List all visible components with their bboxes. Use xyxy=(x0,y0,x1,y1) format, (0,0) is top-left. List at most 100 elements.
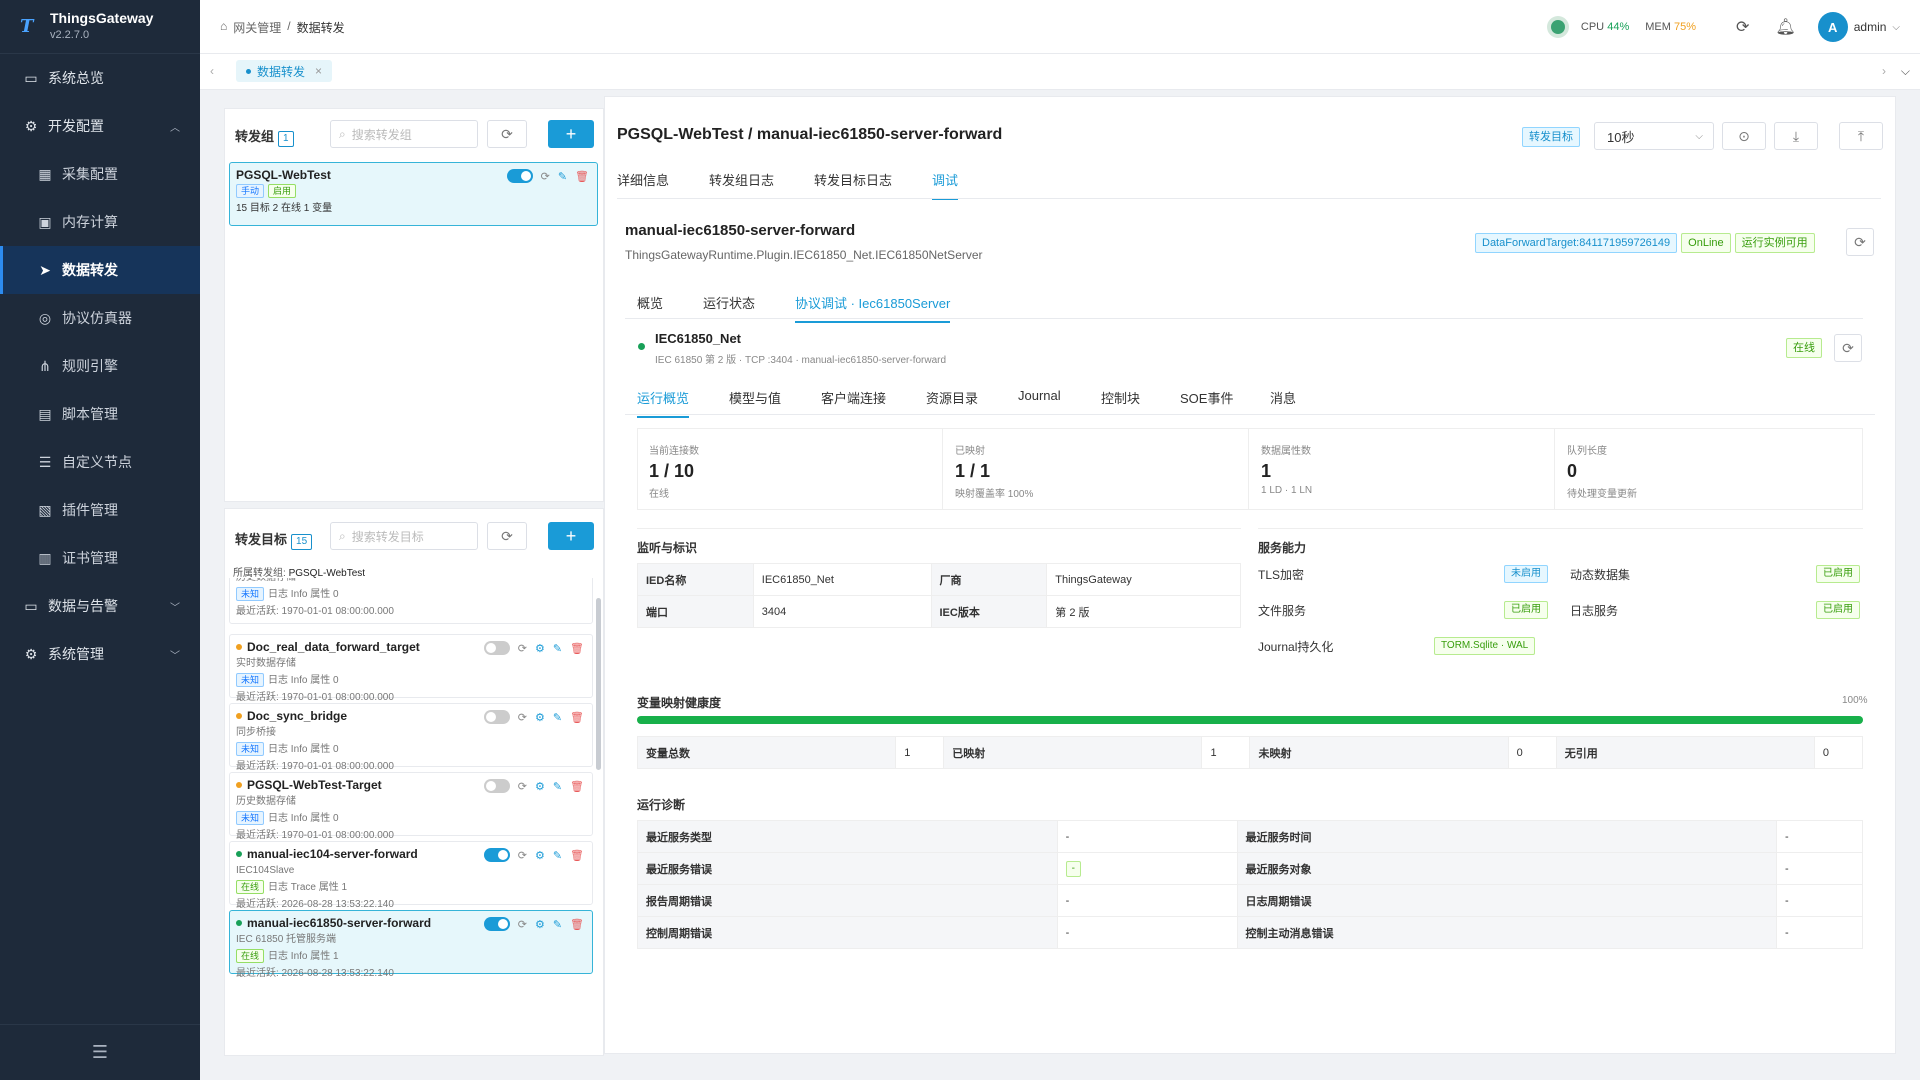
target-id-badge: DataForwardTarget:841171959726149 xyxy=(1475,233,1678,253)
tab-scroll-right-icon[interactable]: › xyxy=(1882,64,1886,78)
tab-5[interactable]: 控制块 xyxy=(1101,388,1140,407)
field-value: - xyxy=(1056,820,1238,853)
sidebar-item[interactable]: ⚙ 系统管理 ﹀ xyxy=(0,630,200,678)
refresh-icon[interactable]: ⟳ xyxy=(518,918,527,931)
tab-data-forward[interactable]: 数据转发 × xyxy=(236,60,333,82)
refresh-icon[interactable]: ⟳ xyxy=(518,849,527,862)
target-card[interactable]: PGSQL-WebTest-Target 历史数据存储 未知 日志 Info 属性… xyxy=(229,772,593,841)
sidebar-item[interactable]: ▭ 系统总览 xyxy=(0,54,200,102)
delete-icon[interactable]: 🗑︎ xyxy=(570,918,584,931)
tab-0[interactable]: 概览 xyxy=(637,293,663,312)
home-icon[interactable]: ⌂ xyxy=(220,19,227,36)
chevron-down-icon[interactable]: ⌵ xyxy=(1901,64,1910,79)
user-menu[interactable]: A admin ⌵ xyxy=(1817,12,1900,42)
record-button[interactable]: ⊙ xyxy=(1722,122,1766,150)
target-card[interactable]: 历史数据存储 未知日志 Info 属性 0 最近活跃: 1970-01-01 0… xyxy=(229,578,593,624)
sidebar-item[interactable]: ▥ 证书管理 xyxy=(0,534,200,582)
group-refresh-button[interactable]: ⟳ xyxy=(487,120,527,148)
target-search-input[interactable]: ⌕ 搜索转发目标 xyxy=(330,522,478,550)
edit-icon[interactable]: ✎ xyxy=(553,918,562,931)
download-button[interactable]: ⤓ xyxy=(1774,122,1818,150)
settings-icon[interactable]: ⚙ xyxy=(535,711,545,724)
server-refresh-button[interactable]: ⟳ xyxy=(1834,334,1862,362)
settings-icon[interactable]: ⚙ xyxy=(535,918,545,931)
group-card[interactable]: PGSQL-WebTest 手动 启用 15 目标 2 在线 1 变量 ⟳ ✎ 🗑︎ xyxy=(229,162,598,226)
enable-toggle[interactable] xyxy=(506,169,533,183)
refresh-icon[interactable]: ⟳ xyxy=(518,642,527,655)
tab-2[interactable]: 客户端连接 xyxy=(821,388,886,407)
status-dot-icon xyxy=(236,851,242,857)
refresh-icon[interactable]: ⟳ xyxy=(518,780,527,793)
sidebar-item[interactable]: ▭ 数据与告警 ﹀ xyxy=(0,582,200,630)
edit-icon[interactable]: ✎ xyxy=(553,780,562,793)
settings-icon[interactable]: ⚙ xyxy=(535,642,545,655)
target-card[interactable]: manual-iec104-server-forward IEC104Slave… xyxy=(229,841,593,910)
enable-toggle[interactable] xyxy=(483,848,510,862)
bell-icon[interactable]: 🔔︎ xyxy=(1775,17,1795,37)
health-table: 变量总数 1 已映射 1 未映射 0 无引用 0 xyxy=(636,736,1864,769)
settings-icon[interactable]: ⚙ xyxy=(535,780,545,793)
sidebar-item-label: 采集配置 xyxy=(62,166,118,182)
group-search-input[interactable]: ⌕ 搜索转发组 xyxy=(330,120,478,148)
capability-label: TLS加密 xyxy=(1258,568,1305,582)
edit-icon[interactable]: ✎ xyxy=(558,170,567,183)
tab-3[interactable]: 资源目录 xyxy=(926,388,978,407)
target-type-badge: 转发目标 xyxy=(1522,127,1580,147)
target-desc: IEC104Slave xyxy=(236,865,295,876)
target-card[interactable]: Doc_real_data_forward_target 实时数据存储 未知 日志… xyxy=(229,634,593,703)
tab-4[interactable]: Journal xyxy=(1018,388,1061,403)
target-card[interactable]: manual-iec61850-server-forward IEC 61850… xyxy=(229,910,593,979)
refresh-icon[interactable]: ⟳ xyxy=(541,170,550,183)
enable-toggle[interactable] xyxy=(483,779,510,793)
tab-1[interactable]: 模型与值 xyxy=(729,388,781,407)
mode-badge: 手动 xyxy=(236,184,265,198)
delete-icon[interactable]: 🗑︎ xyxy=(570,780,584,793)
target-refresh-button[interactable]: ⟳ xyxy=(487,522,527,550)
scrollbar[interactable] xyxy=(596,598,601,770)
tab-1[interactable]: 转发组日志 xyxy=(709,170,774,189)
edit-icon[interactable]: ✎ xyxy=(553,711,562,724)
tab-1[interactable]: 运行状态 xyxy=(703,293,755,312)
sidebar-item[interactable]: ▤ 脚本管理 xyxy=(0,390,200,438)
refresh-button[interactable]: ⟳ xyxy=(1846,228,1874,256)
status-dot-icon xyxy=(236,782,242,788)
sidebar-item[interactable]: ⚙ 开发配置 ︿ xyxy=(0,102,200,150)
edit-icon[interactable]: ✎ xyxy=(553,642,562,655)
sidebar-item[interactable]: ➤ 数据转发 xyxy=(0,246,200,294)
status-badge: 启用 xyxy=(268,184,297,198)
tab-7[interactable]: 消息 xyxy=(1270,388,1296,407)
sidebar-item[interactable]: ☰ 自定义节点 xyxy=(0,438,200,486)
sidebar-item[interactable]: ⋔ 规则引擎 xyxy=(0,342,200,390)
delete-icon[interactable]: 🗑︎ xyxy=(570,711,584,724)
tab-0[interactable]: 详细信息 xyxy=(617,170,669,189)
enable-toggle[interactable] xyxy=(483,710,510,724)
tab-scroll-left-icon[interactable]: ‹ xyxy=(210,64,214,78)
close-icon[interactable]: × xyxy=(315,64,322,78)
delete-icon[interactable]: 🗑︎ xyxy=(570,642,584,655)
add-target-button[interactable]: + xyxy=(548,522,594,550)
sidebar-item[interactable]: ▧ 插件管理 xyxy=(0,486,200,534)
enable-toggle[interactable] xyxy=(483,917,510,931)
tab-2[interactable]: 转发目标日志 xyxy=(814,170,892,189)
tab-6[interactable]: SOE事件 xyxy=(1180,388,1233,407)
collapse-menu-icon[interactable]: ☰ xyxy=(0,1024,200,1080)
settings-icon[interactable]: ⚙ xyxy=(535,849,545,862)
edit-icon[interactable]: ✎ xyxy=(553,849,562,862)
delete-icon[interactable]: 🗑︎ xyxy=(570,849,584,862)
sidebar-item[interactable]: ▣ 内存计算 xyxy=(0,198,200,246)
tab-3[interactable]: 调试 xyxy=(932,170,959,200)
breadcrumb-item[interactable]: 网关管理 xyxy=(233,19,281,36)
enable-toggle[interactable] xyxy=(483,641,510,655)
add-group-button[interactable]: + xyxy=(548,120,594,148)
sidebar-item[interactable]: ◎ 协议仿真器 xyxy=(0,294,200,342)
upload-button[interactable]: ⤒ xyxy=(1839,122,1883,150)
delete-icon[interactable]: 🗑︎ xyxy=(575,170,589,183)
field-value: - xyxy=(1056,916,1238,949)
refresh-icon[interactable]: ⟳ xyxy=(1736,17,1749,37)
sidebar-item[interactable]: ▦ 采集配置 xyxy=(0,150,200,198)
target-card[interactable]: Doc_sync_bridge 同步桥接 未知 日志 Info 属性 0 最近活跃… xyxy=(229,703,593,772)
interval-select[interactable]: 10秒 ⌵ xyxy=(1594,122,1714,150)
sidebar-item-label: 系统管理 xyxy=(48,646,104,662)
diagnostics-table: 最近服务类型 - 最近服务时间 - 最近服务错误 - 最近服务对象 - 报告周期错误 - 日志周期错… xyxy=(637,820,1863,949)
refresh-icon[interactable]: ⟳ xyxy=(518,711,527,724)
